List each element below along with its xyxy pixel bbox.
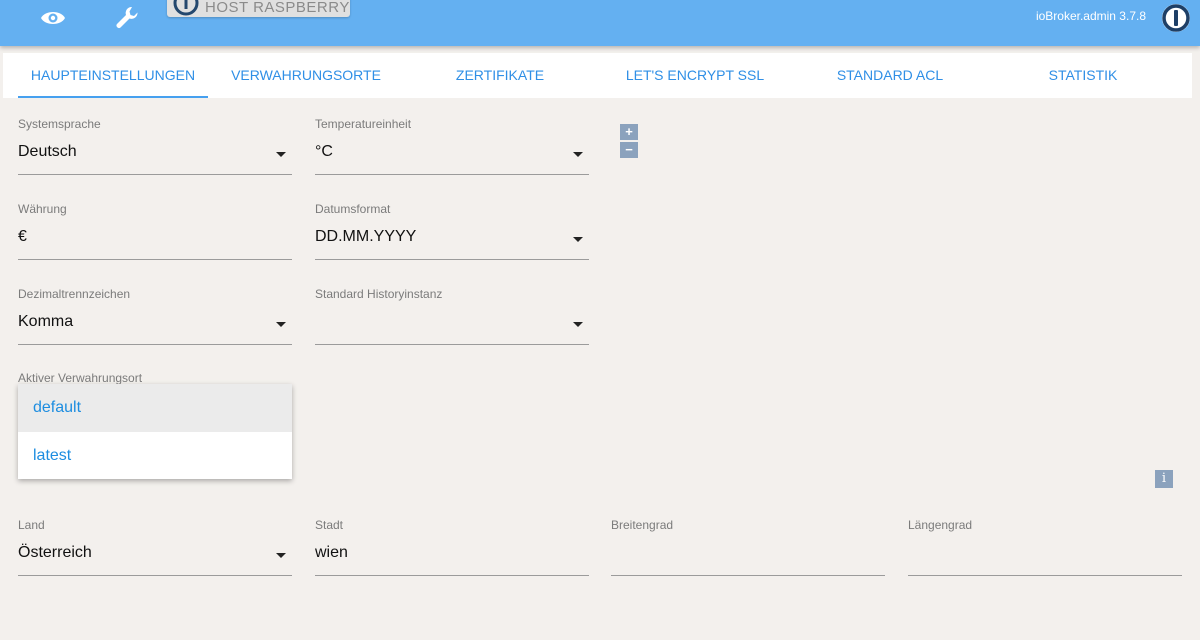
info-icon[interactable]: i [1155, 470, 1173, 488]
field-value: € [18, 228, 27, 245]
temperatureinheit-select[interactable]: Temperatureinheit °C [315, 117, 589, 175]
dropdown-arrow-icon [573, 152, 583, 157]
dropdown-arrow-icon [276, 152, 286, 157]
top-bar: HOST RASPBERRYPI ioBroker.admin 3.7.8 [0, 0, 1200, 46]
dezimaltrennzeichen-select[interactable]: Dezimaltrennzeichen Komma [18, 287, 292, 345]
iobroker-logo-icon [173, 0, 199, 16]
dropdown-arrow-icon [276, 553, 286, 558]
waehrung-input[interactable]: Währung € [18, 202, 292, 260]
field-value: DD.MM.YYYY [315, 228, 417, 245]
host-button[interactable]: HOST RASPBERRYPI [167, 0, 350, 17]
tab-lets-encrypt[interactable]: LET'S ENCRYPT SSL [595, 53, 795, 98]
tab-statistik[interactable]: STATISTIK [988, 53, 1178, 98]
dropdown-option-default[interactable]: default [18, 384, 292, 432]
field-label: Währung [18, 202, 67, 216]
field-label: Dezimaltrennzeichen [18, 287, 131, 301]
dropdown-arrow-icon [573, 237, 583, 242]
verwahrungsort-dropdown-menu: default latest [18, 384, 292, 479]
field-label: Land [18, 518, 45, 532]
version-label: ioBroker.admin 3.7.8 [1035, 9, 1146, 23]
verwahrungsort-label: Aktiver Verwahrungsort [18, 371, 143, 385]
datumsformat-select[interactable]: Datumsformat DD.MM.YYYY [315, 202, 589, 260]
breitengrad-input[interactable]: Breitengrad [611, 518, 885, 576]
land-select[interactable]: Land Österreich [18, 518, 292, 576]
field-value: Komma [18, 313, 74, 330]
systemsprache-select[interactable]: Systemsprache Deutsch [18, 117, 292, 175]
field-value: Österreich [18, 544, 92, 561]
zoom-stepper: + − [620, 124, 638, 160]
dropdown-option-latest[interactable]: latest [18, 432, 292, 480]
host-button-label: HOST RASPBERRYPI [205, 0, 350, 16]
tab-zertifikate[interactable]: ZERTIFIKATE [405, 53, 595, 98]
tab-verwahrungsorte[interactable]: VERWAHRUNGSORTE [213, 53, 399, 98]
field-value: Deutsch [18, 143, 77, 160]
stadt-input[interactable]: Stadt wien [315, 518, 589, 576]
field-label: Längengrad [908, 518, 973, 532]
field-label: Systemsprache [18, 117, 101, 131]
dropdown-arrow-icon [573, 322, 583, 327]
tab-standard-acl[interactable]: STANDARD ACL [795, 53, 985, 98]
minus-button[interactable]: − [620, 142, 638, 158]
eye-icon[interactable] [39, 4, 67, 32]
laengengrad-input[interactable]: Längengrad [908, 518, 1182, 576]
field-value: wien [315, 544, 348, 561]
field-label: Stadt [315, 518, 344, 532]
field-label: Breitengrad [611, 518, 674, 532]
field-label: Temperatureinheit [315, 117, 412, 131]
plus-button[interactable]: + [620, 124, 638, 140]
field-label: Datumsformat [315, 202, 391, 216]
settings-tabs: HAUPTEINSTELLUNGEN VERWAHRUNGSORTE ZERTI… [3, 53, 1192, 98]
tab-haupteinstellungen[interactable]: HAUPTEINSTELLUNGEN [18, 53, 208, 98]
historyinstanz-select[interactable]: Standard Historyinstanz [315, 287, 589, 345]
field-label: Standard Historyinstanz [315, 287, 443, 301]
wrench-icon[interactable] [113, 4, 141, 32]
dropdown-arrow-icon [276, 322, 286, 327]
iobroker-logo-icon [1162, 4, 1190, 32]
field-value: °C [315, 143, 333, 160]
